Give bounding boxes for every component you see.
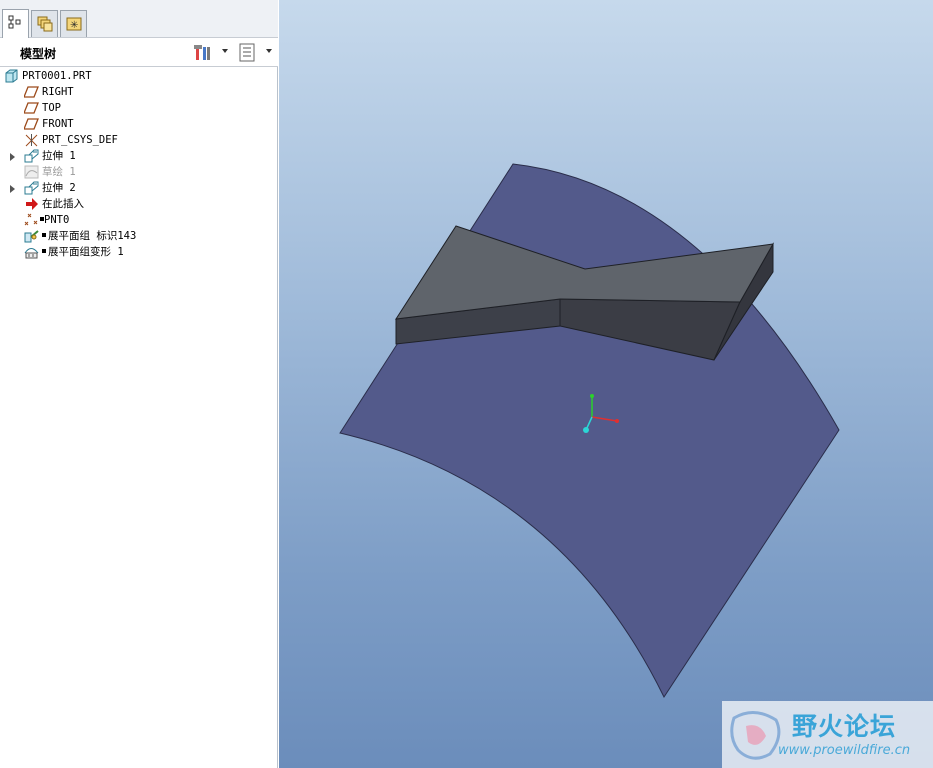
watermark-title: 野火论坛 [792, 712, 897, 741]
insert-here-icon [26, 198, 38, 210]
coordinate-system-icon [25, 134, 38, 147]
chevron-down-icon [266, 49, 272, 53]
expand-arrow-icon[interactable] [10, 153, 15, 161]
unfolded-surface[interactable] [339, 163, 840, 699]
datum-point-icon [24, 213, 38, 226]
extrude-icon [24, 149, 39, 163]
flatten-quilt-icon [24, 230, 39, 243]
panel-title: 模型树 [20, 47, 57, 61]
tree-header: 模型树 [0, 38, 278, 67]
sketch-icon [24, 165, 39, 179]
part-icon [5, 69, 18, 83]
expand-arrow-icon[interactable] [10, 185, 15, 193]
datum-plane-icon [24, 118, 39, 130]
extrude-icon [24, 181, 39, 195]
favorites-folder-icon: ✳ [66, 17, 82, 31]
watermark-url: www.proewildfire.cn [778, 743, 911, 758]
tools-icon [194, 45, 210, 60]
model-tree-tab[interactable] [2, 9, 29, 38]
datum-plane-icon [24, 86, 39, 98]
layer-tree-tab[interactable] [31, 10, 58, 37]
flatten-deform-icon [24, 248, 39, 259]
tree-settings-button[interactable] [238, 43, 274, 62]
model-tree-panel: ✳ 模型树 PRT0001.PRT RIGHT TOP FRONT PRT_CS… [0, 0, 278, 768]
model-scene [339, 163, 840, 699]
layers-icon [37, 16, 53, 32]
chevron-down-icon [222, 49, 228, 53]
svg-text:✳: ✳ [70, 20, 78, 31]
datum-plane-icon [24, 102, 39, 114]
forum-logo-icon [730, 711, 781, 760]
model-tree-icon [8, 15, 21, 29]
settings-list-icon [239, 43, 255, 62]
marker-icon [40, 217, 44, 221]
tree-tools-button[interactable] [194, 43, 230, 62]
panel-tabbar: ✳ [0, 0, 278, 38]
graphics-viewport[interactable] [279, 0, 933, 768]
marker-icon [42, 233, 46, 237]
forum-watermark: 野火论坛 www.proewildfire.cn [722, 701, 933, 768]
marker-icon [42, 249, 46, 253]
favorites-tab[interactable]: ✳ [60, 10, 87, 37]
